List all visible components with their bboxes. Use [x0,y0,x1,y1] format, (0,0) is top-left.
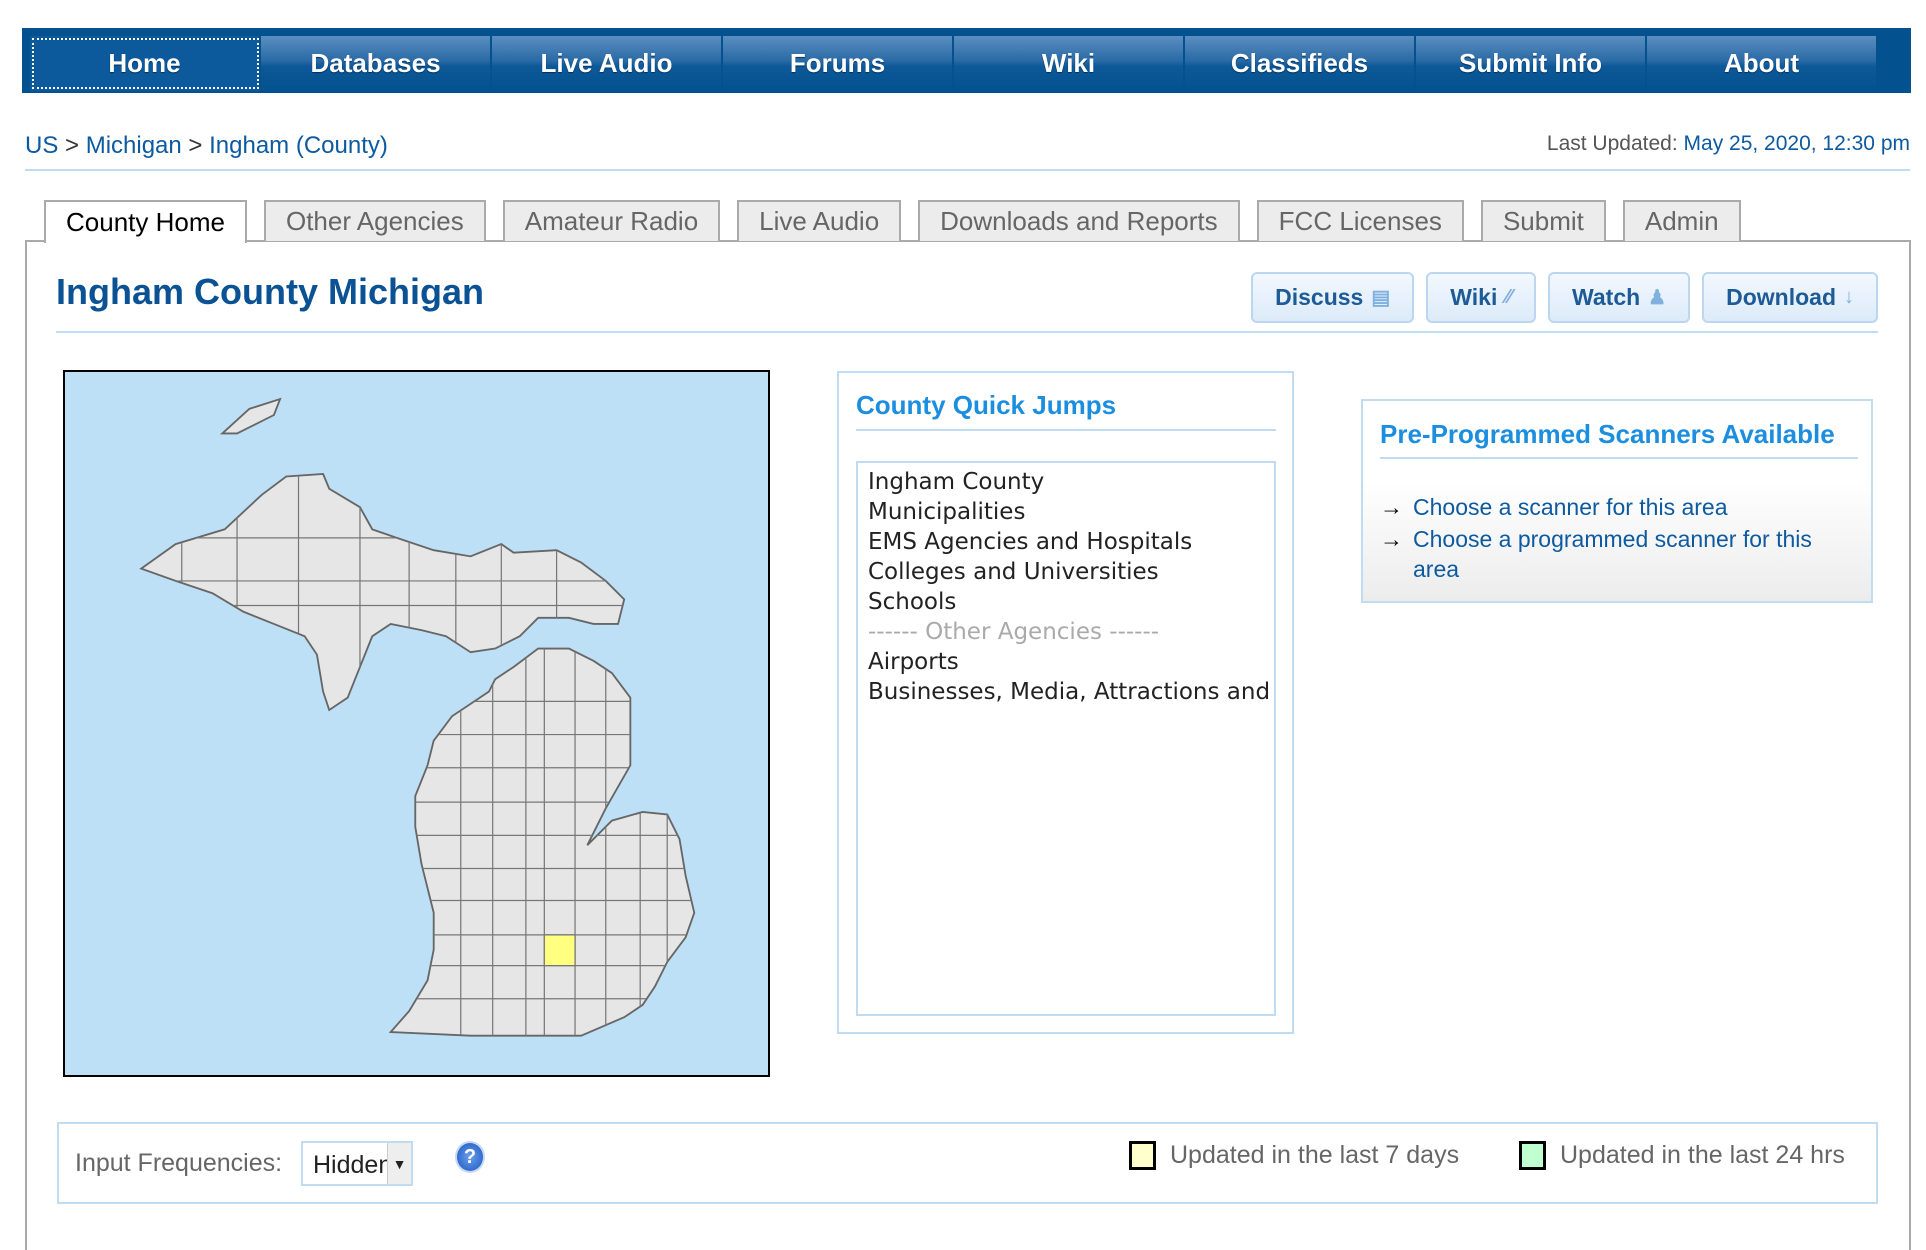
quick-jumps-list[interactable]: Ingham County Municipalities EMS Agencie… [856,461,1276,1016]
tab-admin[interactable]: Admin [1622,200,1741,241]
nav-live-audio[interactable]: Live Audio [492,36,723,91]
page-title: Ingham County Michigan [56,271,484,312]
input-frequencies-label: Input Frequencies: [75,1149,283,1177]
preprogrammed-title: Pre-Programmed Scanners Available [1380,419,1835,449]
tab-county-home[interactable]: County Home [44,200,247,243]
wiki-label: Wiki [1450,284,1498,310]
breadcrumb-ingham[interactable]: Ingham (County) [209,132,388,159]
isle-royale [219,397,282,435]
watch-label: Watch [1572,284,1641,310]
breadcrumb-separator: > [188,132,203,159]
legend-7-days: Updated in the last 7 days [1129,1141,1459,1170]
divider [25,169,1910,171]
list-item[interactable]: Airports [868,647,1264,677]
main-nav: Home Databases Live Audio Forums Wiki Cl… [22,28,1911,93]
breadcrumb-us[interactable]: US [25,132,58,159]
breadcrumb-michigan[interactable]: Michigan [86,132,182,159]
preprogrammed-scanners: Pre-Programmed Scanners Available → Choos… [1361,399,1873,603]
frequency-options-bar: Input Frequencies: Hidden ▼ ? Updated in … [57,1122,1878,1204]
wiki-button[interactable]: Wiki ⁄⁄ [1426,272,1537,323]
divider [1380,457,1858,459]
divider [56,331,1878,333]
quick-jumps-title: County Quick Jumps [856,390,1117,420]
tab-downloads-reports[interactable]: Downloads and Reports [918,200,1240,241]
breadcrumb-separator: > [65,132,80,159]
nav-submit-info[interactable]: Submit Info [1416,36,1647,91]
legend-swatch [1519,1141,1546,1170]
pencil-icon: ⁄⁄ [1505,286,1513,308]
chevron-down-icon[interactable]: ▼ [387,1143,411,1184]
download-label: Download [1726,284,1836,310]
user-icon: ♟ [1648,287,1667,309]
tab-amateur-radio[interactable]: Amateur Radio [502,200,721,241]
action-buttons: Discuss ▤ Wiki ⁄⁄ Watch ♟ Download ↓ [1251,272,1878,323]
legend-label: Updated in the last 24 hrs [1560,1141,1845,1169]
last-updated-label: Last Updated: [1546,132,1678,155]
link-text[interactable]: Choose a scanner for this area [1413,492,1728,522]
tab-other-agencies[interactable]: Other Agencies [263,200,486,241]
arrow-right-icon: → [1380,494,1403,520]
ingham-county-highlight[interactable] [543,934,576,967]
list-item[interactable]: Municipalities [868,497,1264,527]
nav-about[interactable]: About [1647,36,1878,91]
choose-scanner-link[interactable]: → Choose a scanner for this area [1380,492,1860,522]
download-button[interactable]: Download ↓ [1702,272,1878,323]
tab-fcc-licenses[interactable]: FCC Licenses [1256,200,1464,241]
choose-programmed-scanner-link[interactable]: → Choose a programmed scanner for this ar… [1380,524,1860,584]
nav-wiki[interactable]: Wiki [954,36,1185,91]
list-separator: ------ Other Agencies ------ [868,619,1160,645]
tab-live-audio[interactable]: Live Audio [737,200,902,241]
nav-databases[interactable]: Databases [261,36,492,91]
last-updated: Last Updated: May 25, 2020, 12:30 pm [1547,132,1910,156]
legend-label: Updated in the last 7 days [1170,1141,1460,1169]
list-item[interactable]: EMS Agencies and Hospitals [868,527,1264,557]
lower-peninsula [388,647,696,1037]
nav-home[interactable]: Home [30,36,261,91]
nav-forums[interactable]: Forums [723,36,954,91]
upper-peninsula [139,397,626,712]
legend-24-hrs: Updated in the last 24 hrs [1519,1141,1845,1170]
input-frequencies-select[interactable]: Hidden ▼ [301,1141,413,1186]
tab-bar: County Home Other Agencies Amateur Radio… [44,200,1758,243]
watch-button[interactable]: Watch ♟ [1548,272,1691,323]
discuss-button[interactable]: Discuss ▤ [1251,272,1415,323]
county-map[interactable] [63,370,770,1077]
list-item[interactable]: Schools [868,587,1264,617]
arrow-down-icon: ↓ [1844,286,1854,308]
list-item[interactable]: Businesses, Media, Attractions and Event… [868,677,1274,707]
link-text[interactable]: Choose a programmed scanner for this are… [1413,524,1860,584]
list-item[interactable]: Colleges and Universities [868,557,1264,587]
divider [856,429,1276,431]
select-value: Hidden [313,1151,393,1179]
last-updated-value: May 25, 2020, 12:30 pm [1683,132,1910,155]
comment-icon: ▤ [1371,287,1391,309]
breadcrumb: US > Michigan > Ingham (County) [25,132,388,160]
list-item[interactable]: Ingham County [868,467,1264,497]
nav-classifieds[interactable]: Classifieds [1185,36,1416,91]
tab-submit[interactable]: Submit [1480,200,1606,241]
help-icon[interactable]: ? [455,1141,485,1173]
discuss-label: Discuss [1275,284,1364,310]
legend-swatch [1129,1141,1156,1170]
county-quick-jumps: County Quick Jumps Ingham County Municip… [837,371,1294,1034]
arrow-right-icon: → [1380,526,1403,552]
